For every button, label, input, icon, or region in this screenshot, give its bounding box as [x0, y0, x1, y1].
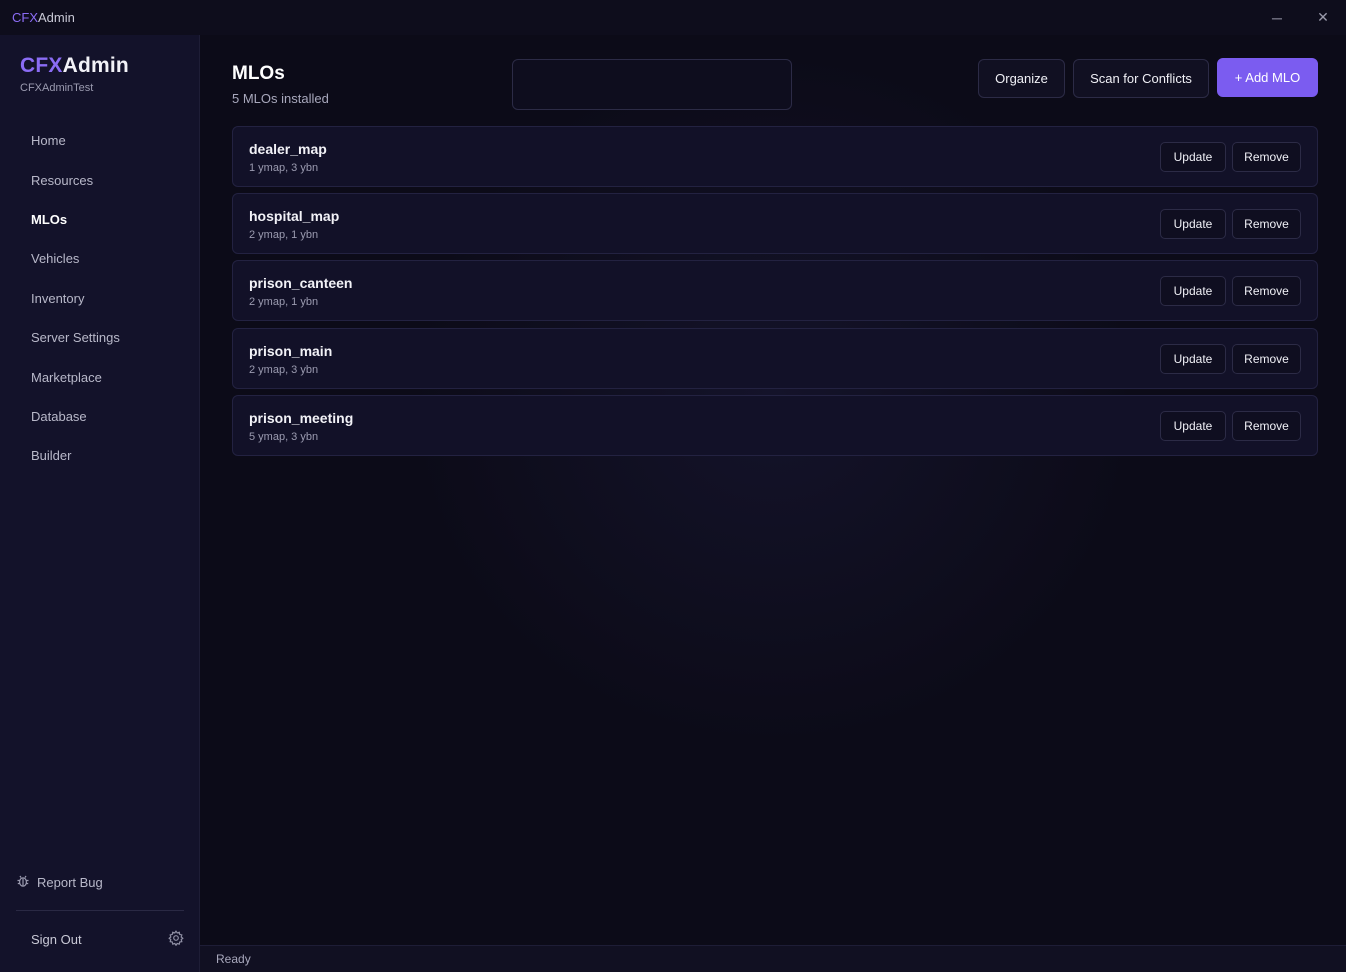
update-button[interactable]: Update: [1160, 343, 1226, 374]
mlo-name: prison_canteen: [249, 275, 353, 292]
sidebar-item-resources[interactable]: Resources: [0, 160, 200, 199]
list-item: dealer_map 1 ymap, 3 ybn Update Remove: [232, 126, 1318, 187]
remove-button[interactable]: Remove: [1232, 410, 1301, 441]
remove-button[interactable]: Remove: [1232, 343, 1301, 374]
mlo-meta: 1 ymap, 3 ybn: [249, 162, 319, 174]
gear-icon: [168, 930, 184, 950]
page-subtitle: 5 MLOs installed: [232, 91, 329, 106]
list-item: prison_main 2 ymap, 3 ybn Update Remove: [232, 327, 1318, 389]
close-button[interactable]: ✕: [1300, 0, 1346, 35]
report-bug-label: Report Bug: [37, 875, 103, 890]
sidebar-divider: [16, 910, 184, 911]
list-item: hospital_map 2 ymap, 1 ybn Update Remove: [232, 193, 1318, 255]
window-title-cfx: CFX: [12, 10, 38, 25]
status-bar: Ready: [200, 945, 1346, 972]
organize-button[interactable]: Organize: [978, 59, 1065, 98]
update-button[interactable]: Update: [1160, 209, 1226, 240]
mlo-meta: 2 ymap, 3 ybn: [249, 363, 319, 376]
remove-button[interactable]: Remove: [1232, 142, 1301, 172]
mlo-name: dealer_map: [249, 141, 327, 157]
mlo-meta: 5 ymap, 3 ybn: [249, 430, 319, 443]
sidebar-item-inventory[interactable]: Inventory: [0, 279, 200, 318]
mlo-name: prison_meeting: [249, 409, 354, 426]
update-button[interactable]: Update: [1160, 410, 1226, 441]
remove-button[interactable]: Remove: [1232, 209, 1301, 240]
sidebar-item-home[interactable]: Home: [0, 121, 200, 160]
sign-out-button[interactable]: Sign Out: [31, 932, 82, 947]
bug-icon: [16, 874, 30, 891]
app-logo: CFXAdmin: [20, 54, 129, 78]
sidebar-item-marketplace[interactable]: Marketplace: [0, 357, 200, 396]
logo-admin: Admin: [62, 54, 129, 77]
list-item: prison_meeting 5 ymap, 3 ybn Update Remo…: [232, 394, 1318, 456]
mlo-meta: 2 ymap, 1 ybn: [249, 296, 319, 309]
scan-for-conflicts-button[interactable]: Scan for Conflicts: [1073, 59, 1209, 98]
window-title: CFXAdmin: [12, 10, 75, 25]
sidebar-item-builder[interactable]: Builder: [0, 436, 200, 475]
update-button[interactable]: Update: [1160, 142, 1226, 172]
minimize-icon: ─: [1272, 9, 1282, 26]
logo-cfx: CFX: [20, 54, 63, 77]
close-icon: ✕: [1317, 9, 1329, 25]
sidebar-item-server-settings[interactable]: Server Settings: [0, 318, 200, 357]
sidebar-footer: Report Bug Sign Out: [0, 867, 200, 972]
add-mlo-button[interactable]: + Add MLO: [1217, 58, 1318, 97]
page-title: MLOs: [232, 63, 285, 84]
main-content: MLOs 5 MLOs installed Organize Scan for …: [200, 35, 1346, 945]
settings-button[interactable]: [168, 930, 184, 951]
minimize-button[interactable]: ─: [1254, 0, 1300, 35]
sidebar: CFXAdmin CFXAdminTest Home Resources MLO…: [0, 35, 200, 972]
sidebar-item-vehicles[interactable]: Vehicles: [0, 239, 200, 278]
brand: CFXAdmin CFXAdminTest: [20, 54, 129, 94]
sidebar-item-mlos[interactable]: MLOs: [0, 200, 200, 239]
report-bug-button[interactable]: Report Bug: [16, 874, 103, 891]
title-bar: CFXAdmin ─ ✕: [0, 0, 1346, 35]
window-controls: ─ ✕: [1254, 0, 1346, 35]
sidebar-nav: Home Resources MLOs Vehicles Inventory S…: [0, 121, 200, 476]
remove-button[interactable]: Remove: [1232, 276, 1301, 307]
window-title-admin: Admin: [38, 10, 75, 25]
mlo-list: dealer_map 1 ymap, 3 ybn Update Remove h…: [232, 126, 1318, 462]
mlo-name: prison_main: [249, 342, 333, 359]
list-item: prison_canteen 2 ymap, 1 ybn Update Remo…: [232, 260, 1318, 322]
status-text: Ready: [216, 952, 251, 966]
mlo-name: hospital_map: [249, 208, 340, 225]
server-name: CFXAdminTest: [20, 82, 94, 94]
update-button[interactable]: Update: [1160, 276, 1226, 307]
sidebar-item-database[interactable]: Database: [0, 397, 200, 436]
search-input[interactable]: [512, 59, 792, 110]
mlo-meta: 2 ymap, 1 ybn: [249, 229, 319, 242]
